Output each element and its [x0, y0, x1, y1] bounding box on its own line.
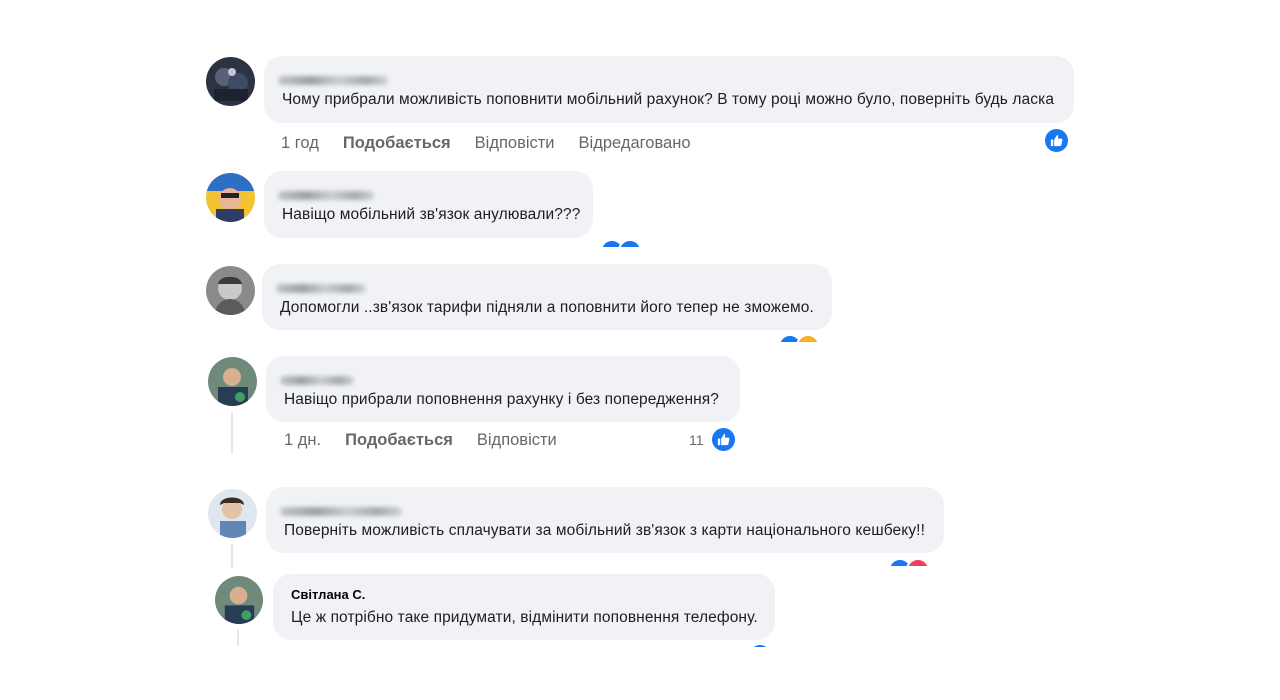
comment-bubble: Чому прибрали можливість поповнити мобіл… — [264, 56, 1074, 123]
thumbs-up-icon — [709, 426, 737, 453]
reaction-summary[interactable] — [778, 334, 828, 342]
reaction-summary[interactable] — [600, 239, 648, 247]
reaction-summary[interactable] — [748, 643, 774, 647]
comment-bubble: Допомогли ..зв'язок тарифи підняли а поп… — [262, 264, 832, 330]
comment-text: Поверніть можливість сплачувати за мобіл… — [284, 522, 925, 539]
reaction-summary[interactable]: 11 — [689, 426, 737, 453]
avatar[interactable] — [215, 576, 263, 624]
author-name-blurred[interactable] — [278, 191, 374, 200]
reaction-count: 11 — [689, 431, 704, 448]
reaction-summary[interactable] — [888, 558, 938, 566]
avatar[interactable] — [206, 266, 255, 315]
avatar[interactable] — [206, 173, 255, 222]
timestamp-link[interactable]: 1 дн. — [284, 431, 321, 450]
reply-button[interactable]: Відповісти — [477, 431, 557, 450]
author-name-blurred[interactable] — [278, 76, 388, 85]
like-button[interactable]: Подобається — [343, 134, 451, 153]
like-button[interactable]: Подобається — [345, 431, 453, 450]
comment-bubble: Навіщо прибрали поповнення рахунку і без… — [266, 356, 740, 422]
comment-text: Навіщо мобільний зв'язок анулювали??? — [282, 206, 581, 223]
reply-thread-line — [231, 545, 233, 567]
author-name-blurred[interactable] — [280, 507, 402, 516]
reply-thread-line — [231, 412, 233, 454]
reaction-summary[interactable] — [1043, 127, 1070, 154]
author-name[interactable]: Світлана С. — [291, 587, 365, 602]
truncated-actions — [407, 562, 557, 566]
thumbs-up-icon — [1043, 127, 1070, 154]
comment-actions: 1 год Подобається Відповісти Відредагова… — [281, 134, 691, 153]
avatar[interactable] — [208, 357, 257, 406]
author-name-blurred[interactable] — [280, 376, 354, 385]
comment-bubble: Світлана С. Це ж потрібно таке придумати… — [273, 574, 775, 640]
edited-label: Відредаговано — [578, 134, 691, 152]
comment-actions: 1 дн. Подобається Відповісти — [284, 431, 557, 450]
comment-bubble: Навіщо мобільний зв'язок анулювали??? — [264, 171, 593, 238]
avatar[interactable] — [208, 489, 257, 538]
avatar[interactable] — [206, 57, 255, 106]
comment-text: Допомогли ..зв'язок тарифи підняли а поп… — [280, 299, 814, 316]
comment-text: Це ж потрібно таке придумати, відмінити … — [291, 609, 758, 626]
comment-bubble: Поверніть можливість сплачувати за мобіл… — [266, 487, 944, 553]
comment-text: Чому прибрали можливість поповнити мобіл… — [282, 91, 1055, 108]
author-name-blurred[interactable] — [276, 284, 366, 293]
reply-thread-line — [237, 630, 239, 646]
comment-text: Навіщо прибрали поповнення рахунку і без… — [284, 391, 720, 408]
timestamp-link[interactable]: 1 год — [281, 134, 319, 153]
reply-button[interactable]: Відповісти — [475, 134, 555, 153]
